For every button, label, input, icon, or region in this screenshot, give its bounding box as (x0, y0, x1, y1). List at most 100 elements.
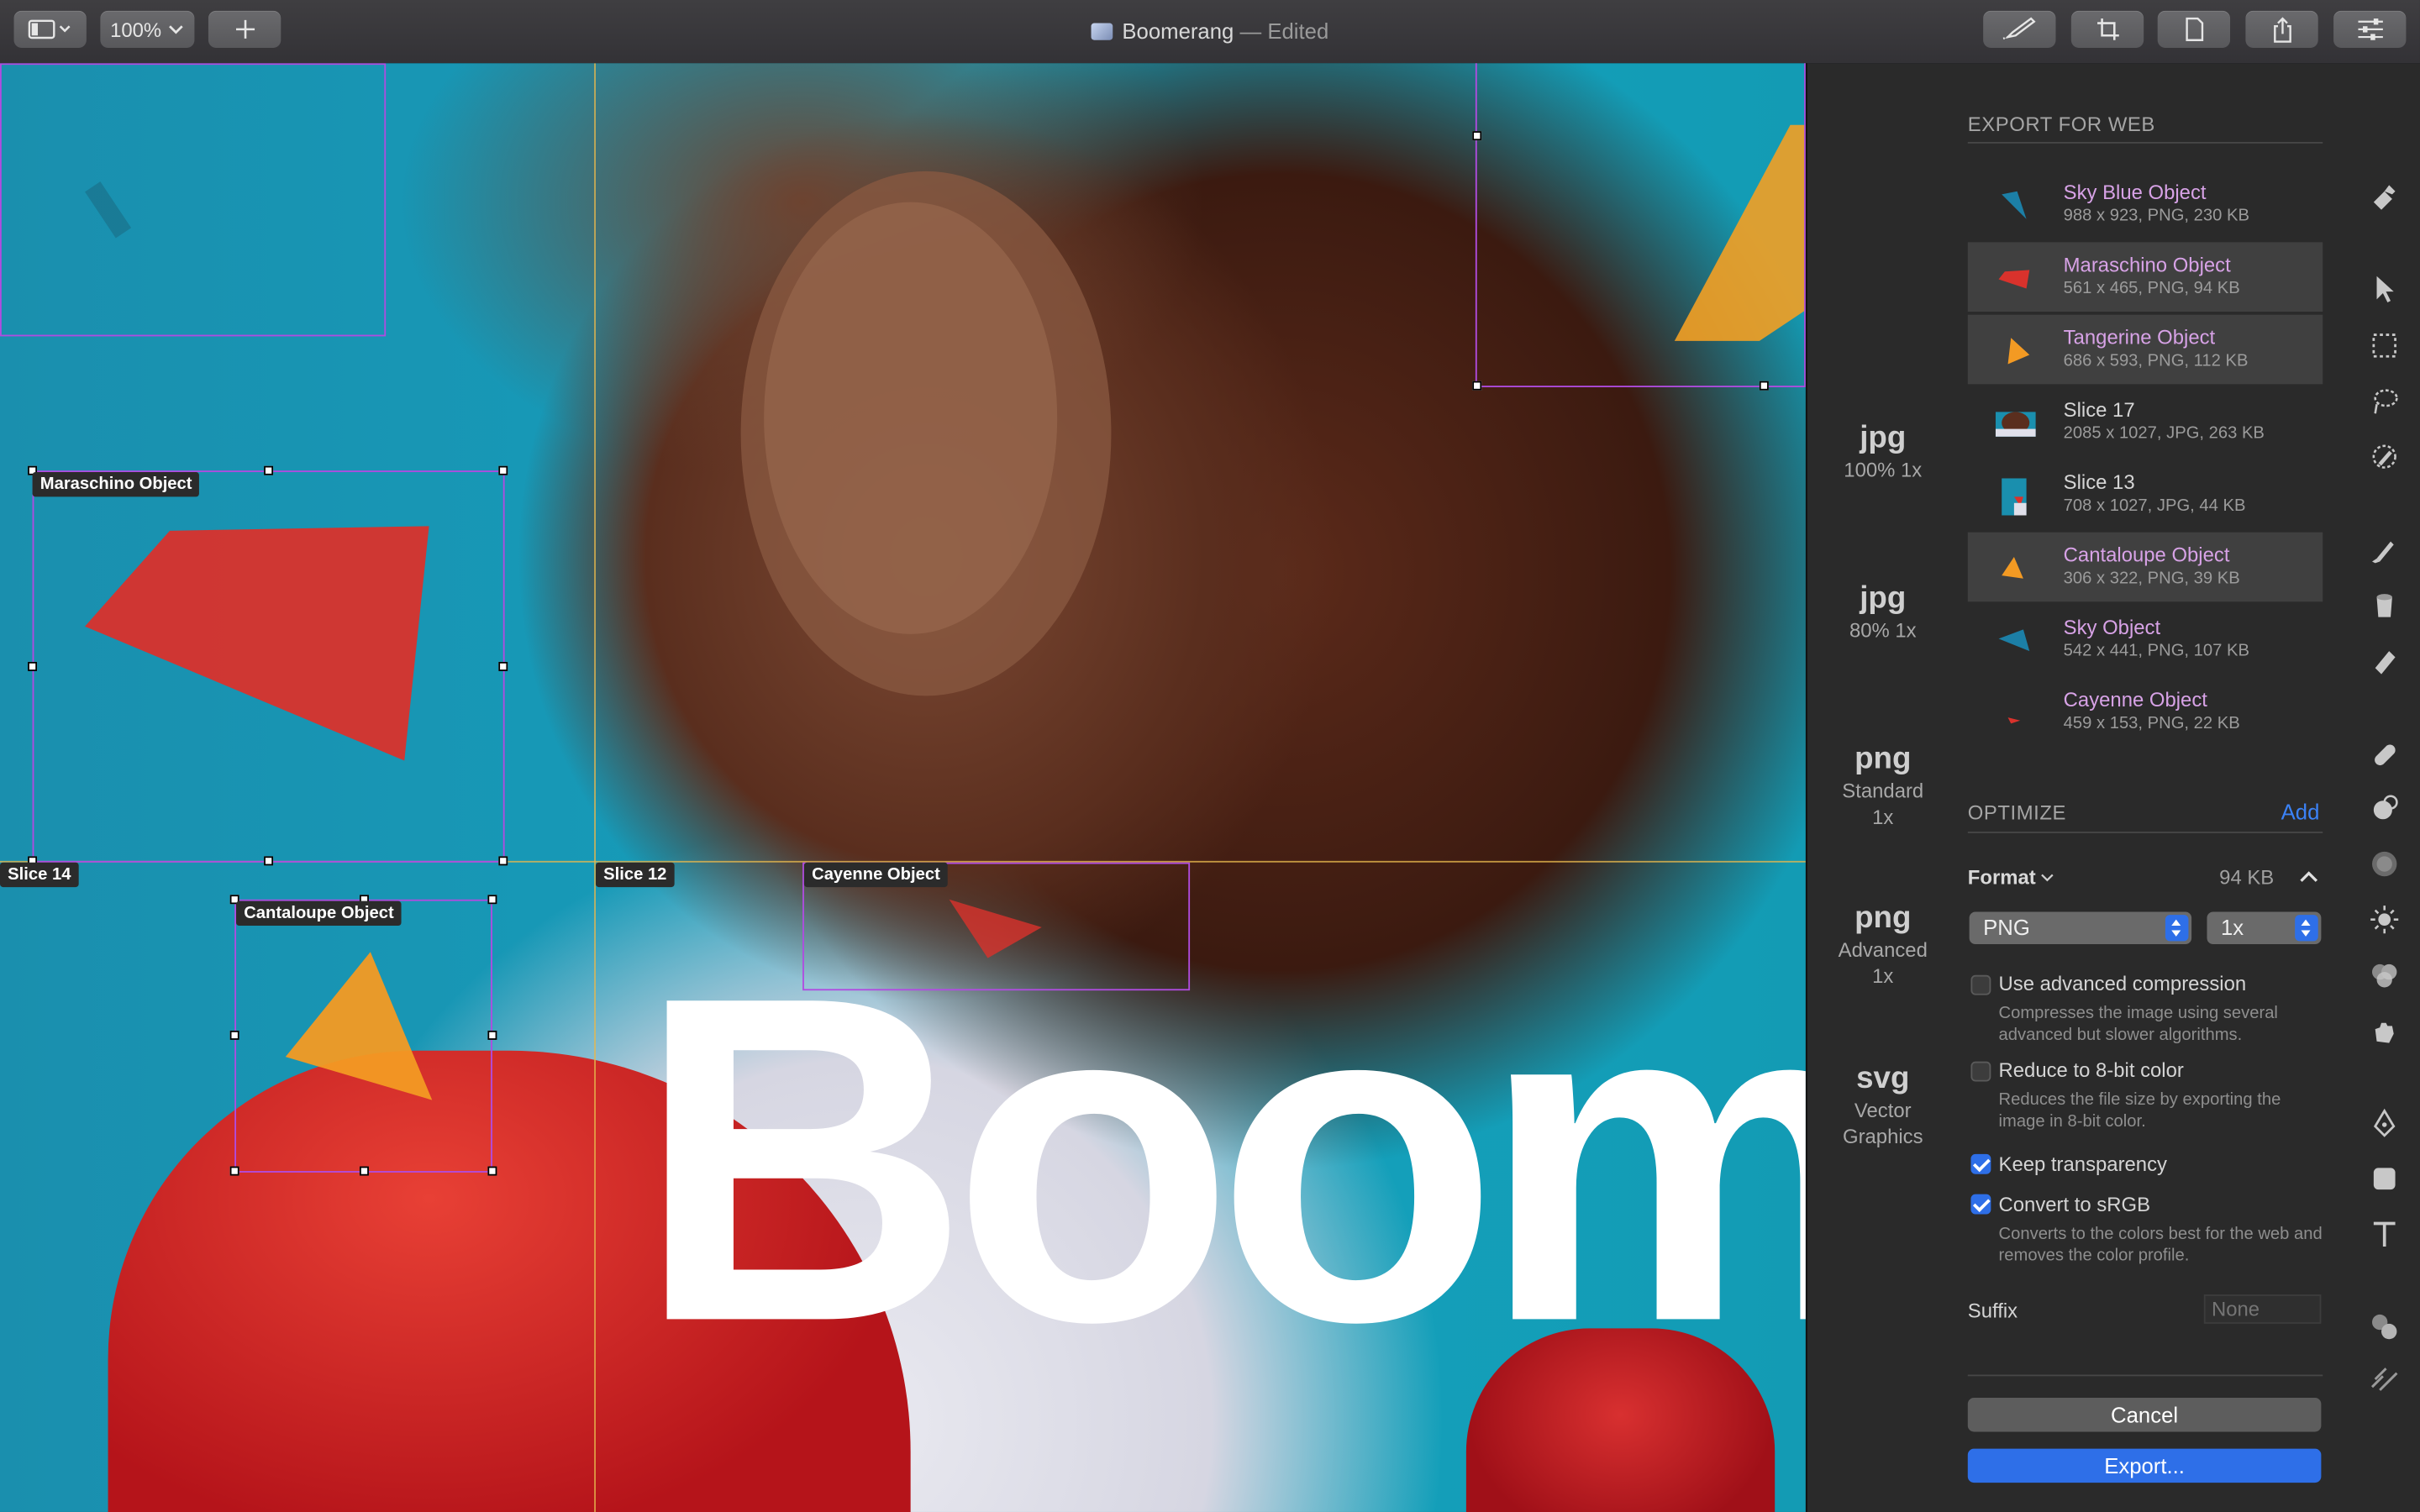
resize-handle[interactable] (1759, 381, 1769, 391)
export-list-item[interactable]: Cayenne Object 459 x 153, PNG, 22 KB (1968, 677, 2323, 747)
format-label-text: Format (1967, 865, 2036, 889)
bandage-icon[interactable] (2367, 738, 2401, 771)
format-detail: 80% 1x (1849, 618, 1917, 643)
format-type: png (1854, 900, 1912, 936)
export-list-item[interactable]: Cantaloupe Object 306 x 322, PNG, 39 KB (1967, 532, 2323, 602)
format-detail: Vector (1854, 1098, 1912, 1122)
item-meta: 306 x 322, PNG, 39 KB (2063, 569, 2240, 588)
slice-maraschino-object[interactable] (32, 470, 505, 863)
resize-handle[interactable] (229, 1166, 239, 1176)
export-list-item[interactable]: Maraschino Object 561 x 465, PNG, 94 KB (1967, 242, 2323, 312)
format-detail: Advanced (1838, 937, 1928, 962)
item-name: Cantaloupe Object (2063, 543, 2230, 567)
item-meta: 708 x 1027, JPG, 44 KB (2063, 496, 2246, 516)
collapse-chevron-icon[interactable] (2298, 869, 2320, 884)
slice-guide-vertical[interactable] (594, 63, 596, 1512)
format-preset-png-standard[interactable]: png Standard 1x (1806, 742, 1960, 830)
resize-handle[interactable] (359, 1166, 369, 1176)
arrow-pointer-icon[interactable] (2367, 271, 2401, 305)
export-list-item[interactable]: Slice 13 708 x 1027, JPG, 44 KB (1968, 459, 2323, 529)
crop-button[interactable] (2070, 10, 2144, 48)
paintbrush-icon[interactable] (2367, 533, 2401, 566)
convert-srgb-checkbox[interactable] (1970, 1194, 1991, 1215)
effects-icon[interactable] (2367, 1310, 2401, 1343)
item-name: Sky Blue Object (2063, 180, 2207, 204)
option-description: Reduces the file size by exporting the i… (1998, 1090, 2281, 1131)
rect-select-icon[interactable] (2367, 328, 2401, 362)
format-preset-png-advanced[interactable]: png Advanced 1x (1806, 901, 1960, 990)
markup-tool-button[interactable] (1983, 10, 2056, 48)
keep-transparency-checkbox[interactable] (1970, 1153, 1991, 1174)
option-label: Reduce to 8-bit color (1998, 1058, 2184, 1082)
scale-select-value: 1x (2221, 915, 2244, 940)
slice-tag: Slice 14 (0, 862, 79, 888)
resize-handle[interactable] (264, 856, 274, 866)
add-optimize-button[interactable]: Add (2281, 799, 2320, 823)
export-list-item[interactable]: Slice 17 2085 x 1027, JPG, 263 KB (1968, 387, 2323, 457)
adjustments-button[interactable] (2333, 10, 2407, 48)
magic-select-icon[interactable] (2367, 439, 2401, 473)
color-adjust-icon[interactable] (2367, 958, 2401, 992)
cantaloupe-object-thumbnail (2002, 557, 2023, 579)
resize-handle[interactable] (1472, 381, 1482, 391)
reduce-8bit-checkbox[interactable] (1970, 1061, 1991, 1082)
advanced-compression-checkbox[interactable] (1970, 974, 1991, 995)
eraser-icon[interactable] (2367, 643, 2401, 677)
pen-tool-icon[interactable] (2367, 1106, 2401, 1140)
resize-handle[interactable] (28, 661, 38, 671)
option-label: Convert to sRGB (1998, 1192, 2151, 1216)
blur-icon[interactable] (2367, 847, 2401, 880)
format-preset-svg[interactable]: svg Vector Graphics (1806, 1062, 1960, 1150)
slice-top-right[interactable] (1475, 63, 1806, 388)
lasso-icon[interactable] (2367, 384, 2401, 417)
slice-cantaloupe-object[interactable] (234, 899, 492, 1173)
option-description: Compresses the image using several advan… (1998, 1004, 2278, 1045)
resize-handle[interactable] (487, 895, 497, 905)
cancel-button[interactable]: Cancel (1967, 1398, 2322, 1432)
format-preset-jpg-80[interactable]: jpg 80% 1x (1806, 581, 1960, 643)
suffix-input[interactable] (2203, 1294, 2322, 1324)
item-name: Sky Object (2063, 615, 2161, 639)
sparkle-icon[interactable] (2367, 1364, 2401, 1398)
scale-select[interactable]: 1x (2207, 911, 2322, 945)
export-list-item[interactable]: Sky Object 542 x 441, PNG, 107 KB (1968, 605, 2323, 675)
option-label: Keep transparency (1998, 1152, 2167, 1176)
resize-handle[interactable] (498, 465, 508, 475)
image-canvas[interactable]: Boom Maraschino Object Slice 14 Slice 12… (0, 63, 1806, 1512)
resize-handle[interactable] (498, 661, 508, 671)
item-name: Slice 13 (2063, 470, 2135, 494)
slice-17-thumbnail (1995, 412, 2036, 437)
paint-bucket-icon[interactable] (2367, 588, 2401, 622)
export-list-item[interactable]: Tangerine Object 686 x 593, PNG, 112 KB (1967, 314, 2323, 385)
text-tool-icon[interactable] (2367, 1217, 2401, 1251)
share-button[interactable] (2245, 10, 2318, 48)
resize-handle[interactable] (498, 856, 508, 866)
fill-tool-icon[interactable] (2367, 181, 2401, 214)
resize-handle[interactable] (1472, 131, 1482, 141)
edited-status: — Edited (1239, 18, 1329, 44)
smudge-hand-icon[interactable] (2367, 1014, 2401, 1047)
document-button[interactable] (2157, 10, 2231, 48)
lighten-icon[interactable] (2367, 902, 2401, 936)
resize-handle[interactable] (487, 1030, 497, 1040)
item-meta: 988 x 923, PNG, 230 KB (2063, 207, 2249, 226)
format-select[interactable]: PNG (1969, 911, 2192, 945)
resize-handle[interactable] (487, 1166, 497, 1176)
option-label: Use advanced compression (1998, 972, 2247, 995)
export-for-web-heading: EXPORT FOR WEB (1967, 113, 2155, 136)
export-list-item[interactable]: Sky Blue Object 988 x 923, PNG, 230 KB (1968, 170, 2323, 239)
clone-stamp-icon[interactable] (2367, 791, 2401, 825)
item-meta: 459 x 153, PNG, 22 KB (2063, 714, 2240, 733)
slice-top-left[interactable] (0, 63, 387, 337)
format-preset-jpg-100[interactable]: jpg 100% 1x (1806, 421, 1960, 482)
divider (1967, 831, 2323, 833)
resize-handle[interactable] (264, 465, 274, 475)
slice-tag: Cantaloupe Object (236, 900, 402, 927)
format-dropdown-label[interactable]: Format (1968, 865, 2054, 889)
sky-blue-object-thumbnail (2002, 191, 2027, 219)
shape-tool-icon[interactable] (2367, 1162, 2401, 1195)
format-detail-2: Graphics (1842, 1124, 1923, 1148)
export-button[interactable]: Export... (1967, 1448, 2322, 1483)
tangerine-object-thumbnail (2007, 338, 2030, 365)
resize-handle[interactable] (229, 1030, 239, 1040)
